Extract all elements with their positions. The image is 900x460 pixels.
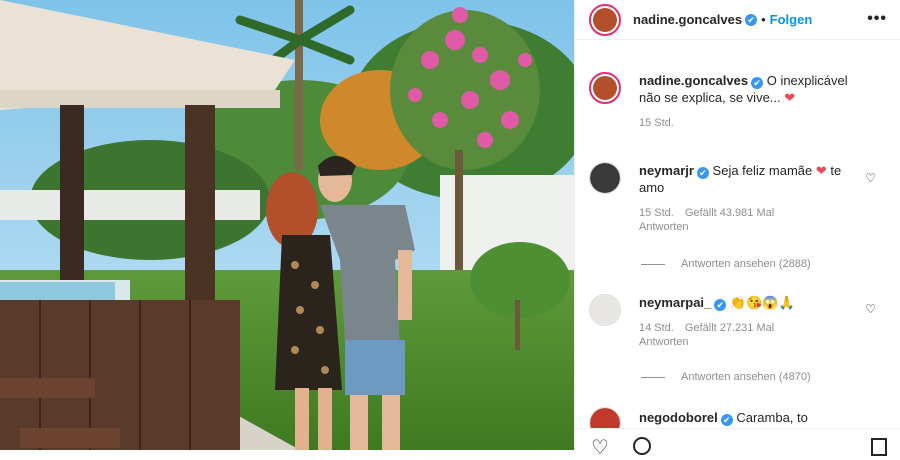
verified-icon: ✔ xyxy=(720,414,733,426)
view-replies-label: Antworten ansehen (4870) xyxy=(681,371,811,383)
comment-body: neymarpai_ ✔ 👏😘😱🙏 14 Std. Gefällt 27.231 … xyxy=(639,294,869,349)
reply-button[interactable]: Antworten xyxy=(639,221,689,233)
heart-emoji: ❤ xyxy=(784,90,796,105)
comment-likes[interactable]: Gefällt 43.981 Mal xyxy=(685,207,774,219)
comment-time[interactable]: 14 Std. xyxy=(639,322,674,334)
verified-icon: ✔ xyxy=(751,77,764,89)
bookmark-icon[interactable] xyxy=(871,438,887,456)
caption-time[interactable]: 15 Std. xyxy=(639,117,674,129)
like-comment-icon[interactable]: ♡ xyxy=(865,171,876,185)
comment-meta: 14 Std. Gefällt 27.231 Mal Antworten xyxy=(639,321,869,349)
comment-likes[interactable]: Gefällt 27.231 Mal xyxy=(685,322,774,334)
more-icon[interactable]: ••• xyxy=(867,10,887,28)
comment-username[interactable]: neymarpai_ xyxy=(639,295,711,310)
action-bar: ♡ xyxy=(575,428,900,459)
comment-text: Seja feliz mamãe xyxy=(712,163,813,178)
reply-button[interactable]: Antworten xyxy=(639,336,689,348)
verified-icon: ✔ xyxy=(714,299,727,311)
caption-avatar[interactable] xyxy=(589,72,621,104)
divider-line xyxy=(641,376,665,378)
caption-meta: 15 Std. xyxy=(639,116,869,130)
author-avatar[interactable] xyxy=(589,3,621,36)
comment-meta: 15 Std. Gefällt 43.981 Mal Antworten xyxy=(639,206,869,234)
comment-body: neymarjr ✔ Seja feliz mamãe ❤ te amo 15 S… xyxy=(639,162,869,234)
view-replies-label: Antworten ansehen (2888) xyxy=(681,258,811,270)
comment-username[interactable]: negodoborel xyxy=(639,410,718,425)
separator-dot: • xyxy=(761,12,766,27)
comment-time[interactable]: 15 Std. xyxy=(639,207,674,219)
comment-icon[interactable] xyxy=(633,437,651,455)
caption-row: nadine.goncalves ✔ O inexplicável não se … xyxy=(589,72,889,130)
heart-icon[interactable]: ♡ xyxy=(591,435,609,460)
view-replies-button[interactable]: Antworten ansehen (2888) xyxy=(641,258,811,270)
follow-button[interactable]: Folgen xyxy=(770,12,813,27)
verified-icon: ✔ xyxy=(745,13,758,26)
divider-line xyxy=(641,263,665,265)
caption-body: nadine.goncalves ✔ O inexplicável não se … xyxy=(639,72,869,130)
comments-panel: nadine.goncalves ✔ • Folgen ••• nadine.g… xyxy=(574,0,900,459)
comment-text: 👏😘😱🙏 xyxy=(729,295,795,310)
comment-avatar[interactable] xyxy=(589,162,621,194)
comment-item: neymarjr ✔ Seja feliz mamãe ❤ te amo 15 S… xyxy=(589,162,889,234)
header-username[interactable]: nadine.goncalves xyxy=(633,12,742,27)
like-comment-icon[interactable]: ♡ xyxy=(865,302,876,316)
verified-icon: ✔ xyxy=(696,167,709,179)
caption-username[interactable]: nadine.goncalves xyxy=(639,73,748,88)
heart-emoji: ❤ xyxy=(815,163,827,178)
comment-item: neymarpai_ ✔ 👏😘😱🙏 14 Std. Gefällt 27.231 … xyxy=(589,294,889,349)
comment-avatar[interactable] xyxy=(589,294,621,326)
view-replies-button[interactable]: Antworten ansehen (4870) xyxy=(641,371,811,383)
post-image xyxy=(0,0,574,450)
post-header: nadine.goncalves ✔ • Folgen ••• xyxy=(575,0,900,40)
comment-username[interactable]: neymarjr xyxy=(639,163,694,178)
post-photo[interactable] xyxy=(0,0,574,450)
header-user: nadine.goncalves ✔ • Folgen xyxy=(633,12,812,27)
comment-text: Caramba, to xyxy=(736,410,808,425)
